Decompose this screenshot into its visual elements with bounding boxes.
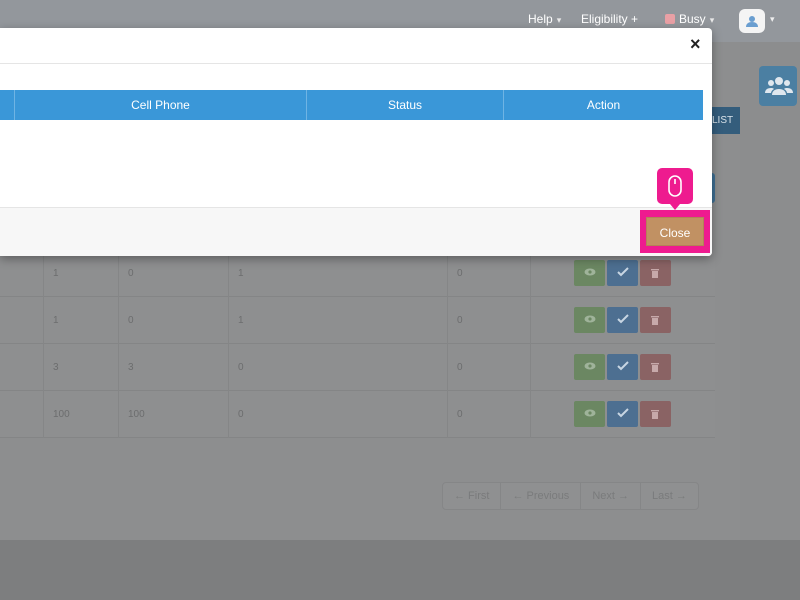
modal-footer bbox=[0, 207, 712, 256]
table-cell: 1 bbox=[44, 297, 119, 344]
delete-button[interactable] bbox=[640, 354, 671, 380]
trash-icon bbox=[651, 316, 659, 325]
modal-table-header: Cell Phone Status Action bbox=[0, 90, 703, 120]
modal-header: × bbox=[0, 28, 712, 64]
table-cell: 3 bbox=[44, 344, 119, 391]
column-header-action: Action bbox=[503, 90, 703, 120]
user-avatar[interactable] bbox=[739, 9, 765, 33]
pagination: ← First ← Previous Next → Last → bbox=[442, 482, 699, 510]
table-cell: 0 bbox=[448, 250, 531, 297]
table-row: 3 3 0 0 bbox=[0, 344, 715, 391]
action-cell bbox=[531, 391, 715, 438]
table-cell: 1 bbox=[229, 297, 448, 344]
table-cell bbox=[0, 250, 44, 297]
approve-button[interactable] bbox=[607, 354, 638, 380]
table-cell: 1 bbox=[44, 250, 119, 297]
right-rail bbox=[740, 42, 800, 540]
plus-icon: + bbox=[631, 12, 639, 26]
action-cell bbox=[531, 297, 715, 344]
page-footer bbox=[0, 540, 800, 600]
eye-icon bbox=[584, 409, 596, 417]
check-icon bbox=[617, 267, 629, 277]
status-menu[interactable]: Busy ▾ bbox=[665, 12, 714, 26]
list-button-label: LIST bbox=[712, 115, 734, 126]
eligibility-menu[interactable]: Eligibility + bbox=[581, 12, 638, 26]
table-row: 100 100 0 0 bbox=[0, 391, 715, 438]
table-cell bbox=[0, 344, 44, 391]
chevron-down-icon: ▾ bbox=[556, 15, 562, 25]
view-button[interactable] bbox=[574, 260, 605, 286]
table-cell: 0 bbox=[448, 297, 531, 344]
eye-icon bbox=[584, 315, 596, 323]
table-cell: 100 bbox=[119, 391, 229, 438]
chevron-down-icon: ▾ bbox=[709, 15, 715, 25]
trash-icon bbox=[651, 269, 659, 278]
table-row: 1 0 1 0 bbox=[0, 297, 715, 344]
mouse-click-indicator bbox=[657, 168, 693, 210]
modal-dialog: × Cell Phone Status Action bbox=[0, 28, 712, 256]
status-indicator-icon bbox=[665, 14, 675, 24]
users-panel-button[interactable] bbox=[759, 66, 797, 106]
table-cell: 0 bbox=[448, 391, 531, 438]
next-page-button[interactable]: Next → bbox=[581, 483, 641, 509]
delete-button[interactable] bbox=[640, 307, 671, 333]
users-group-icon bbox=[765, 77, 793, 95]
status-label: Busy bbox=[679, 12, 706, 26]
close-icon[interactable]: × bbox=[690, 34, 701, 54]
action-cell bbox=[531, 344, 715, 391]
column-header-status: Status bbox=[306, 90, 503, 120]
mouse-icon bbox=[668, 175, 682, 197]
table-cell bbox=[0, 297, 44, 344]
check-icon bbox=[617, 314, 629, 324]
view-button[interactable] bbox=[574, 307, 605, 333]
check-icon bbox=[617, 361, 629, 371]
table-cell: 3 bbox=[119, 344, 229, 391]
table-cell: 0 bbox=[229, 344, 448, 391]
action-cell bbox=[531, 250, 715, 297]
eye-icon bbox=[584, 268, 596, 276]
table-cell: 100 bbox=[44, 391, 119, 438]
previous-page-button[interactable]: ← Previous bbox=[501, 483, 582, 509]
eligibility-menu-label: Eligibility bbox=[581, 12, 628, 26]
approve-button[interactable] bbox=[607, 401, 638, 427]
approve-button[interactable] bbox=[607, 260, 638, 286]
table-cell: 0 bbox=[229, 391, 448, 438]
view-button[interactable] bbox=[574, 354, 605, 380]
table-cell: 0 bbox=[119, 250, 229, 297]
delete-button[interactable] bbox=[640, 260, 671, 286]
help-menu[interactable]: Help ▾ bbox=[528, 12, 561, 26]
approve-button[interactable] bbox=[607, 307, 638, 333]
last-page-button[interactable]: Last → bbox=[641, 483, 698, 509]
table-cell: 0 bbox=[119, 297, 229, 344]
table-cell: 0 bbox=[448, 344, 531, 391]
table-row: 1 0 1 0 bbox=[0, 250, 715, 297]
check-icon bbox=[617, 408, 629, 418]
chevron-down-icon[interactable]: ▾ bbox=[770, 14, 775, 25]
close-button[interactable]: Close bbox=[646, 217, 704, 246]
user-icon bbox=[746, 16, 758, 27]
first-page-button[interactable]: ← First bbox=[443, 483, 502, 509]
table-cell bbox=[0, 391, 44, 438]
eye-icon bbox=[584, 362, 596, 370]
column-header-cell-phone: Cell Phone bbox=[14, 90, 306, 120]
view-button[interactable] bbox=[574, 401, 605, 427]
help-menu-label: Help bbox=[528, 12, 553, 26]
delete-button[interactable] bbox=[640, 401, 671, 427]
table-cell: 1 bbox=[229, 250, 448, 297]
trash-icon bbox=[651, 410, 659, 419]
trash-icon bbox=[651, 363, 659, 372]
